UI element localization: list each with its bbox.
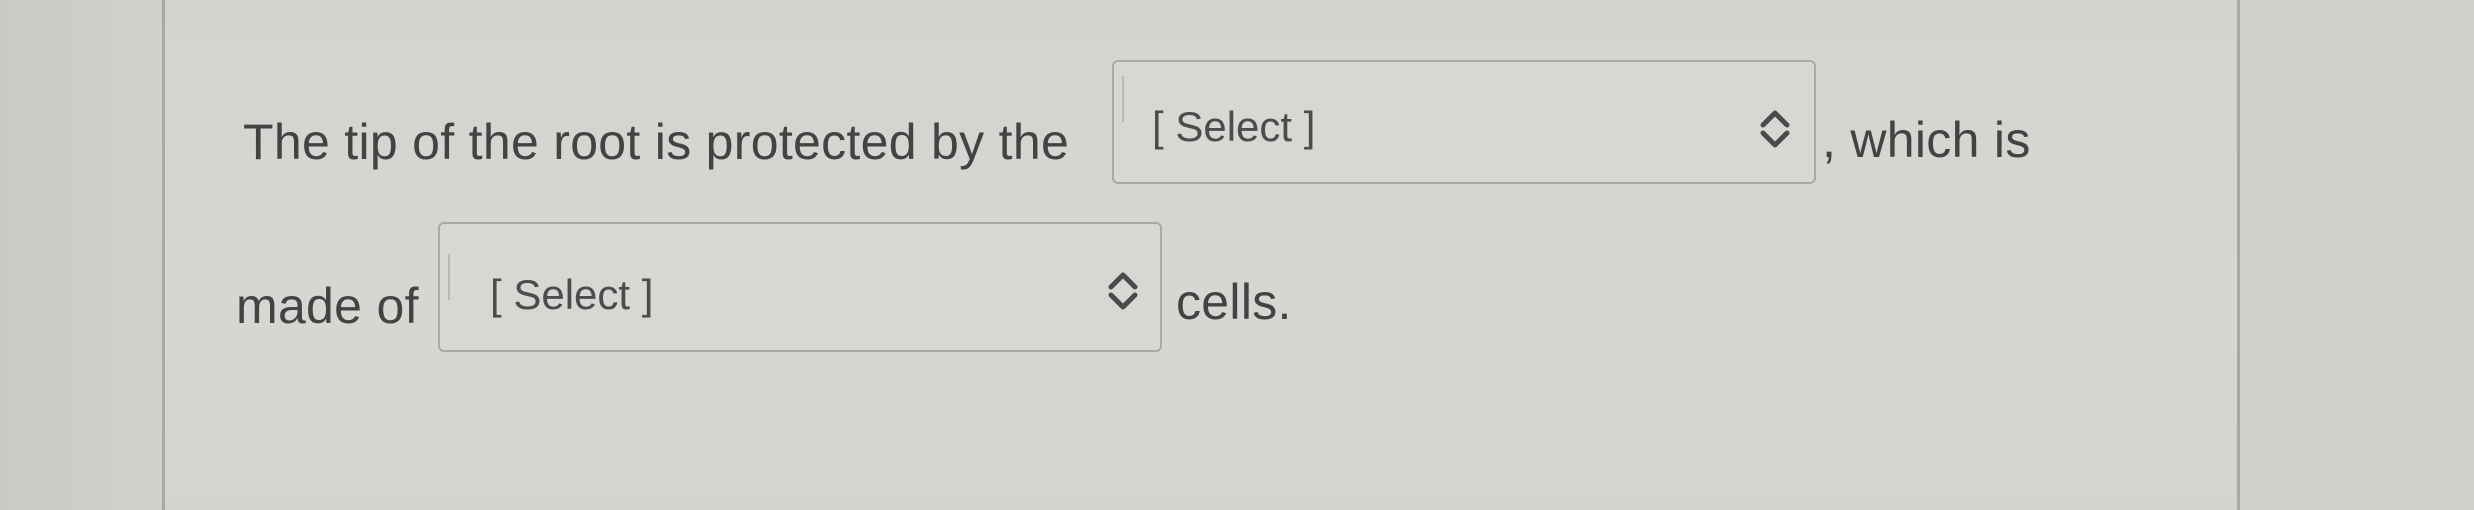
question-text-part2: , which is: [1822, 112, 2031, 168]
chevron-up-down-icon: [1108, 272, 1138, 310]
question-text-part3: made of: [236, 278, 419, 334]
dropdown-divider: [448, 254, 450, 300]
question-text-part4: cells.: [1176, 274, 1292, 330]
dropdown-2-selected-label: [ Select ]: [490, 271, 654, 318]
dropdown-divider: [1122, 76, 1124, 122]
question-text-part1: The tip of the root is protected by the: [243, 114, 1070, 170]
chevron-up-down-icon: [1760, 110, 1790, 148]
dropdown-1[interactable]: [ Select ]: [1112, 60, 1816, 184]
quiz-page: The tip of the root is protected by the …: [0, 0, 2474, 510]
dropdown-2[interactable]: [ Select ]: [438, 222, 1162, 352]
dropdown-1-selected-label: [ Select ]: [1152, 103, 1316, 150]
